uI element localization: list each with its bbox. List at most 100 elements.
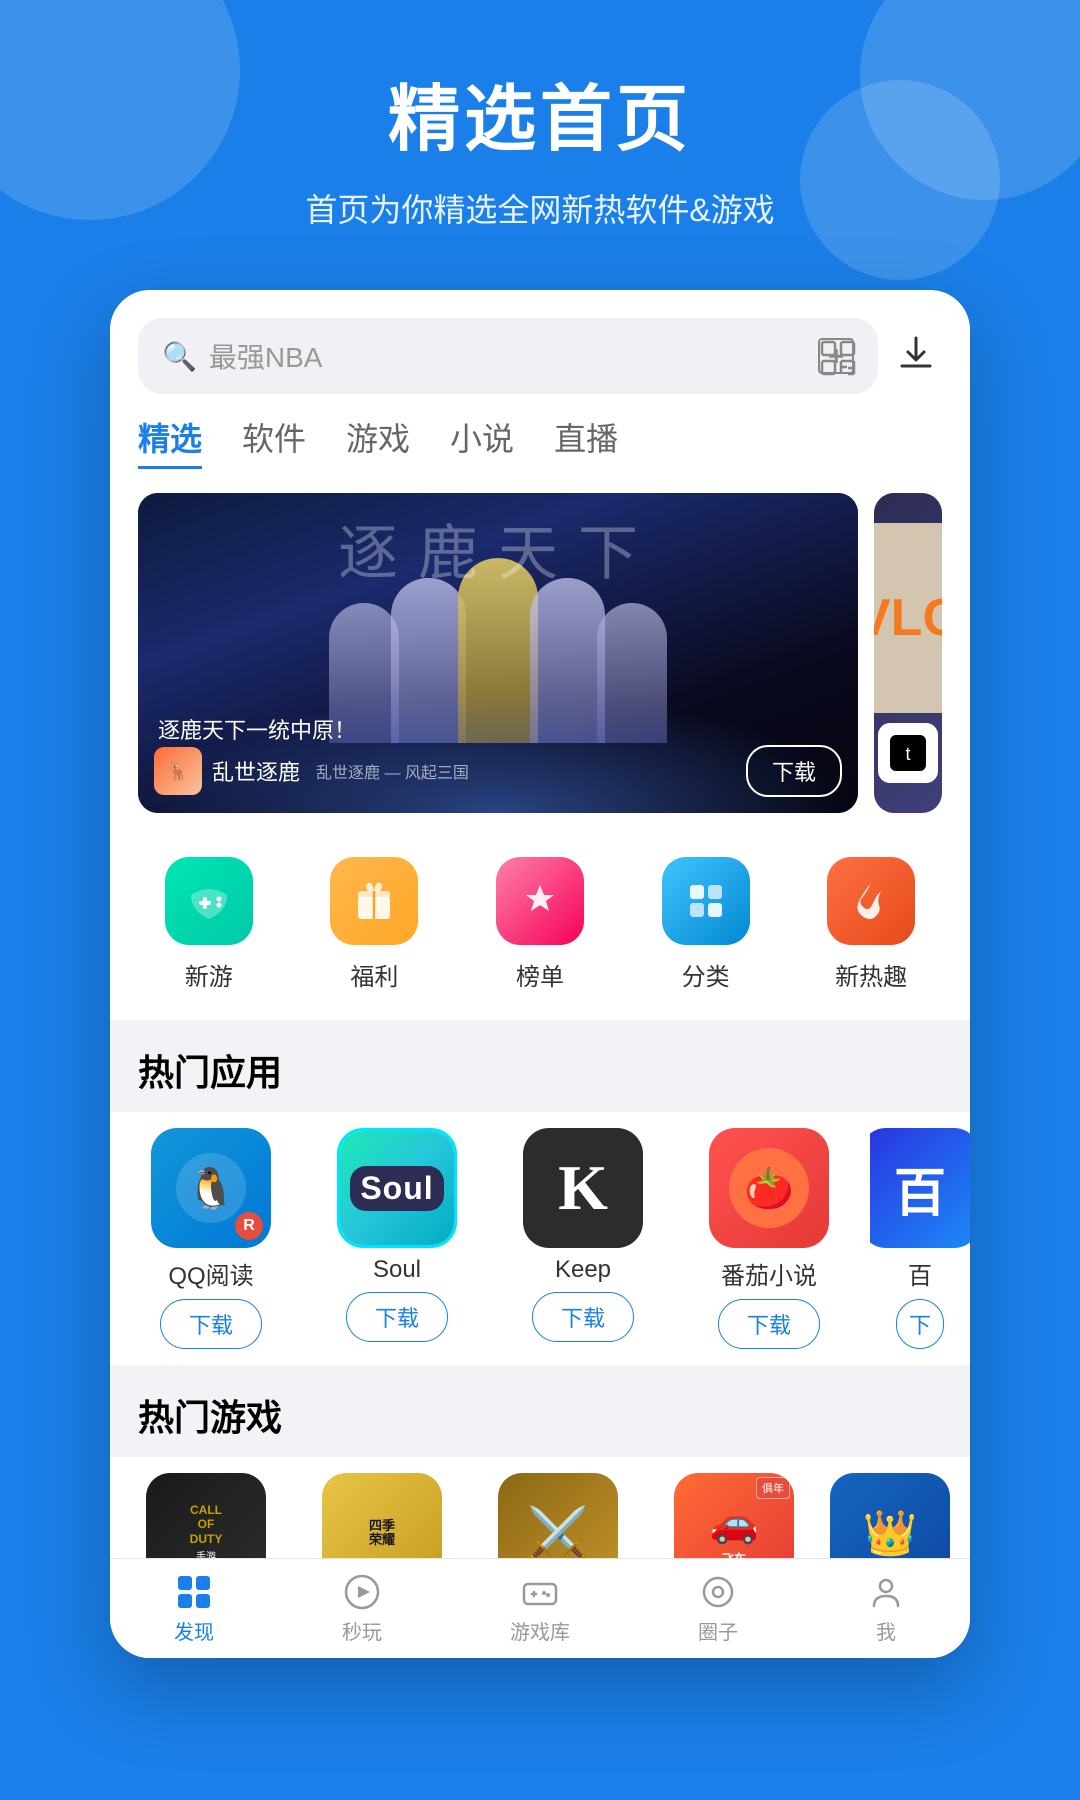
app-icon-qq-read: 🐧 R bbox=[151, 1128, 271, 1248]
trending-label: 新热趣 bbox=[835, 957, 907, 992]
nav-item-game-store[interactable]: 游戏库 bbox=[510, 1572, 570, 1645]
download-btn-qq-read[interactable]: 下载 bbox=[160, 1299, 262, 1349]
ranking-icon bbox=[496, 857, 584, 945]
tab-games[interactable]: 游戏 bbox=[346, 414, 410, 469]
app-item-qq-read: 🐧 R QQ阅读 下载 bbox=[126, 1128, 296, 1357]
download-btn-baidu[interactable]: 下 bbox=[896, 1299, 944, 1349]
app-icon-fanqie: 🍅 bbox=[709, 1128, 829, 1248]
app-icon-soul: Soul bbox=[337, 1128, 457, 1248]
banner-app-icon: 🦌 bbox=[154, 747, 202, 795]
nav-item-discover[interactable]: 发现 bbox=[174, 1572, 214, 1645]
welfare-label: 福利 bbox=[350, 957, 398, 992]
tab-software[interactable]: 软件 bbox=[242, 414, 306, 469]
nav-tabs: 精选 软件 游戏 小说 直播 bbox=[110, 394, 970, 493]
quick-icons-row: 新游 福利 榜单 bbox=[110, 833, 970, 1020]
fanqie-tomato: 🍅 bbox=[729, 1148, 809, 1228]
search-input[interactable]: 最强NBA bbox=[209, 336, 806, 376]
tab-live[interactable]: 直播 bbox=[554, 414, 618, 469]
keep-text: K bbox=[558, 1151, 608, 1225]
vlc-logo: VLC bbox=[874, 588, 942, 648]
svg-text:t: t bbox=[905, 744, 910, 764]
qin-emoji: ⚔️ bbox=[527, 1504, 589, 1563]
hot-apps-row: 🐧 R QQ阅读 下载 Soul bbox=[110, 1112, 970, 1365]
download-btn-fanqie[interactable]: 下载 bbox=[718, 1299, 820, 1349]
qq-read-inner: 🐧 bbox=[176, 1153, 246, 1223]
pubg-label: 四季荣耀 bbox=[369, 1519, 395, 1548]
banner-wrap: 逐鹿天下 逐鹿天下一统中原！ 🦌 乱世逐鹿 乱世逐鹿 — 风起三国 下载 VLC bbox=[110, 493, 970, 833]
page-subtitle: 首页为你精选全网新热软件&游戏 bbox=[0, 185, 1080, 231]
phone-card: 🔍 最强NBA bbox=[110, 290, 970, 1658]
category-label: 分类 bbox=[682, 957, 730, 992]
fanqie-emoji: 🍅 bbox=[744, 1165, 794, 1212]
banner-main[interactable]: 逐鹿天下 逐鹿天下一统中原！ 🦌 乱世逐鹿 乱世逐鹿 — 风起三国 下载 bbox=[138, 493, 858, 813]
hot-games-title: 热门游戏 bbox=[110, 1365, 970, 1457]
tab-novel[interactable]: 小说 bbox=[450, 414, 514, 469]
quick-icon-ranking[interactable]: 榜单 bbox=[496, 857, 584, 992]
app-icon-keep: K bbox=[523, 1128, 643, 1248]
qq-read-emoji: 🐧 bbox=[186, 1165, 236, 1212]
pubg-text: 四季荣耀 bbox=[369, 1519, 395, 1548]
honor-emoji: 👑 bbox=[863, 1507, 918, 1559]
nav-item-circle[interactable]: 圈子 bbox=[698, 1572, 738, 1645]
me-label: 我 bbox=[876, 1616, 896, 1645]
quick-icon-trending[interactable]: 新热趣 bbox=[827, 857, 915, 992]
banner-game-logo-text: 乱世逐鹿 — 风起三国 bbox=[316, 759, 469, 783]
new-game-label: 新游 bbox=[185, 957, 233, 992]
app-name-baidu: 百 bbox=[908, 1256, 932, 1291]
hot-apps-title: 热门应用 bbox=[110, 1020, 970, 1112]
quick-play-icon bbox=[342, 1572, 382, 1612]
banner-side[interactable]: VLC t bbox=[874, 493, 942, 813]
ranking-label: 榜单 bbox=[516, 957, 564, 992]
banner-app-info: 🦌 乱世逐鹿 乱世逐鹿 — 风起三国 bbox=[154, 747, 469, 795]
game-store-icon bbox=[520, 1572, 560, 1612]
page-header: 精选首页 首页为你精选全网新热软件&游戏 bbox=[0, 0, 1080, 231]
app-icon-baidu: 百 bbox=[870, 1128, 970, 1248]
qq-speed-emoji: 🚗 bbox=[709, 1499, 759, 1546]
circle-icon bbox=[698, 1572, 738, 1612]
banner-download-button[interactable]: 下载 bbox=[746, 745, 842, 797]
soul-text-wrap: Soul bbox=[350, 1166, 443, 1211]
nav-item-quick-play[interactable]: 秒玩 bbox=[342, 1572, 382, 1645]
me-icon bbox=[866, 1572, 906, 1612]
new-game-icon bbox=[165, 857, 253, 945]
baidu-text: 百 bbox=[894, 1151, 946, 1226]
download-btn-keep[interactable]: 下载 bbox=[532, 1292, 634, 1342]
nav-item-me[interactable]: 我 bbox=[866, 1572, 906, 1645]
quick-icon-category[interactable]: 分类 bbox=[662, 857, 750, 992]
app-item-baidu: 百 百 下 bbox=[870, 1128, 970, 1357]
circle-label: 圈子 bbox=[698, 1616, 738, 1645]
banner-app-row: 🦌 乱世逐鹿 乱世逐鹿 — 风起三国 下载 bbox=[154, 745, 842, 797]
banner-app-name: 乱世逐鹿 bbox=[212, 755, 300, 787]
tab-featured[interactable]: 精选 bbox=[138, 414, 202, 469]
side-app-icon: t bbox=[878, 723, 938, 783]
cod-text: CALLOFDUTY bbox=[190, 1503, 223, 1546]
app-name-soul: Soul bbox=[373, 1256, 421, 1284]
app-name-qq-read: QQ阅读 bbox=[168, 1256, 253, 1291]
scan-icon[interactable] bbox=[818, 338, 854, 374]
quick-play-label: 秒玩 bbox=[342, 1616, 382, 1645]
hot-apps-section: 热门应用 🐧 R QQ阅读 下载 bbox=[110, 1020, 970, 1365]
qq-speed-badge: 俱年 bbox=[756, 1477, 790, 1499]
discover-icon bbox=[174, 1572, 214, 1612]
app-name-keep: Keep bbox=[555, 1256, 611, 1284]
search-icon: 🔍 bbox=[162, 340, 197, 373]
search-bar-row: 🔍 最强NBA bbox=[110, 290, 970, 394]
banner-side-content: VLC bbox=[874, 523, 942, 713]
page-title: 精选首页 bbox=[0, 60, 1080, 165]
qq-read-badge: R bbox=[235, 1212, 263, 1240]
app-name-fanqie: 番茄小说 bbox=[721, 1256, 817, 1291]
category-icon bbox=[662, 857, 750, 945]
download-icon[interactable] bbox=[894, 330, 938, 383]
discover-label: 发现 bbox=[174, 1616, 214, 1645]
quick-icon-new-game[interactable]: 新游 bbox=[165, 857, 253, 992]
app-item-fanqie: 🍅 番茄小说 下载 bbox=[684, 1128, 854, 1357]
qq-speed-badge-text: 俱年 bbox=[762, 1483, 784, 1495]
banner-description: 逐鹿天下一统中原！ bbox=[158, 713, 356, 745]
quick-icon-welfare[interactable]: 福利 bbox=[330, 857, 418, 992]
download-btn-soul[interactable]: 下载 bbox=[346, 1292, 448, 1342]
soul-text: Soul bbox=[360, 1170, 433, 1206]
bottom-nav: 发现 秒玩 游戏库 圈子 bbox=[110, 1558, 970, 1658]
search-input-wrap[interactable]: 🔍 最强NBA bbox=[138, 318, 878, 394]
trending-icon bbox=[827, 857, 915, 945]
app-item-keep: K Keep 下载 bbox=[498, 1128, 668, 1357]
